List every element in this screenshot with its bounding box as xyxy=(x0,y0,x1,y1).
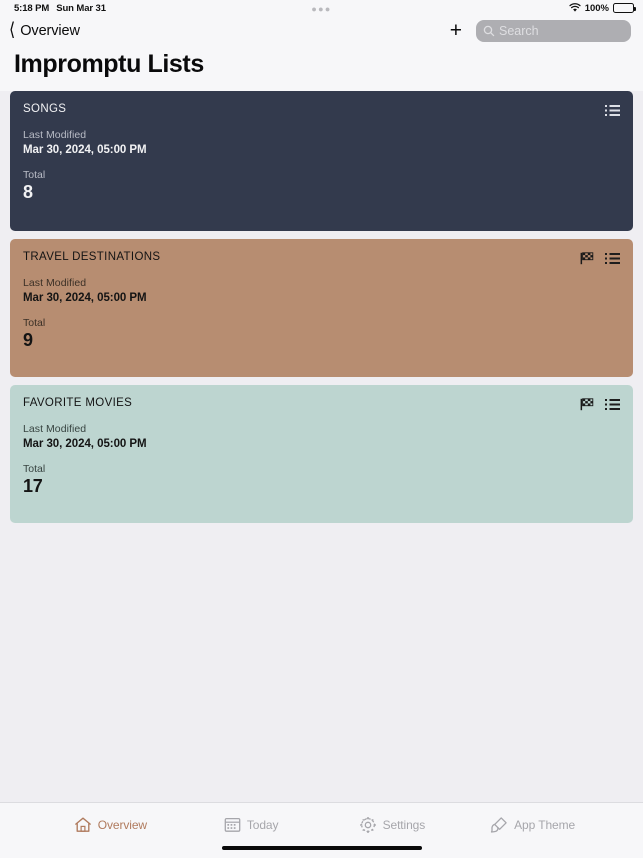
tab-settings-label: Settings xyxy=(382,817,426,832)
status-date: Sun Mar 31 xyxy=(56,2,106,14)
navigation-bar-actions: + xyxy=(450,20,631,43)
home-indicator-container xyxy=(0,846,643,858)
status-bar-right: 100% xyxy=(569,2,636,14)
tab-app-theme-label: App Theme xyxy=(514,817,576,832)
home-indicator[interactable] xyxy=(221,846,422,850)
tab-bar: Overview Today Settings App Theme xyxy=(0,802,643,846)
last-modified-value: Mar 30, 2024, 05:00 PM xyxy=(23,438,147,450)
lists-container: SONGS Last Modified Mar 30, 2024, 05:00 … xyxy=(0,91,643,802)
list-card-icons xyxy=(580,251,620,265)
gear-icon xyxy=(359,816,377,834)
status-bar: 5:18 PM Sun Mar 31 ●●● 100% xyxy=(0,0,643,16)
total-label: Total xyxy=(23,463,46,475)
wifi-icon xyxy=(569,3,581,13)
battery-full-icon xyxy=(613,3,636,13)
list-card[interactable]: TRAVEL DESTINATIONS Last Modified Mar 30… xyxy=(10,239,633,377)
tab-overview[interactable]: Overview xyxy=(40,816,181,834)
back-button-label: Overview xyxy=(20,23,80,39)
tab-today[interactable]: Today xyxy=(181,816,322,833)
add-list-button[interactable]: + xyxy=(450,20,462,43)
total-value: 8 xyxy=(23,182,33,202)
chevron-left-icon: ⟨ xyxy=(9,20,16,41)
list-card-title: TRAVEL DESTINATIONS xyxy=(23,251,161,263)
list-card-header: FAVORITE MOVIES xyxy=(23,397,620,411)
last-modified-value: Mar 30, 2024, 05:00 PM xyxy=(23,292,147,304)
last-modified-label: Last Modified xyxy=(23,277,87,289)
list-card-title: FAVORITE MOVIES xyxy=(23,397,133,409)
last-modified-value: Mar 30, 2024, 05:00 PM xyxy=(23,144,147,156)
page-title: Impromptu Lists xyxy=(14,50,204,78)
last-modified-label: Last Modified xyxy=(23,423,87,435)
list-card[interactable]: SONGS Last Modified Mar 30, 2024, 05:00 … xyxy=(10,91,633,231)
list-bullet-icon[interactable] xyxy=(605,104,620,117)
tab-today-label: Today xyxy=(246,817,279,832)
back-button[interactable]: ⟨ Overview xyxy=(9,20,80,41)
list-bullet-icon[interactable] xyxy=(605,252,620,265)
checkered-flag-icon[interactable] xyxy=(580,252,594,265)
more-dots-icon: ●●● xyxy=(311,4,332,14)
checkered-flag-icon[interactable] xyxy=(580,398,594,411)
battery-percent-label: 100% xyxy=(584,2,609,14)
search-field[interactable] xyxy=(476,20,631,42)
list-bullet-icon[interactable] xyxy=(605,398,620,411)
paintbrush-icon xyxy=(490,816,508,834)
search-icon xyxy=(483,25,495,37)
calendar-icon xyxy=(224,816,241,833)
list-card-header: TRAVEL DESTINATIONS xyxy=(23,251,620,265)
list-card-title: SONGS xyxy=(23,103,67,115)
navigation-bar: ⟨ Overview + xyxy=(0,16,643,46)
last-modified-label: Last Modified xyxy=(23,129,87,141)
status-bar-left: 5:18 PM Sun Mar 31 xyxy=(14,3,106,14)
tab-settings[interactable]: Settings xyxy=(322,816,463,834)
list-card[interactable]: FAVORITE MOVIES Last Modified Mar 30, 20… xyxy=(10,385,633,523)
tab-overview-label: Overview xyxy=(97,817,147,832)
total-value: 9 xyxy=(23,330,33,350)
list-card-icons xyxy=(580,397,620,411)
list-card-icons xyxy=(605,103,620,117)
list-card-header: SONGS xyxy=(23,103,620,117)
total-label: Total xyxy=(23,169,46,181)
total-label: Total xyxy=(23,317,46,329)
total-value: 17 xyxy=(23,476,43,496)
page-title-container: Impromptu Lists xyxy=(0,46,643,91)
status-time: 5:18 PM xyxy=(14,2,50,14)
tab-app-theme[interactable]: App Theme xyxy=(462,816,603,834)
home-icon xyxy=(74,816,92,834)
app-screen: 5:18 PM Sun Mar 31 ●●● 100% ⟨ Overview +… xyxy=(0,0,643,858)
search-input[interactable] xyxy=(499,24,624,38)
